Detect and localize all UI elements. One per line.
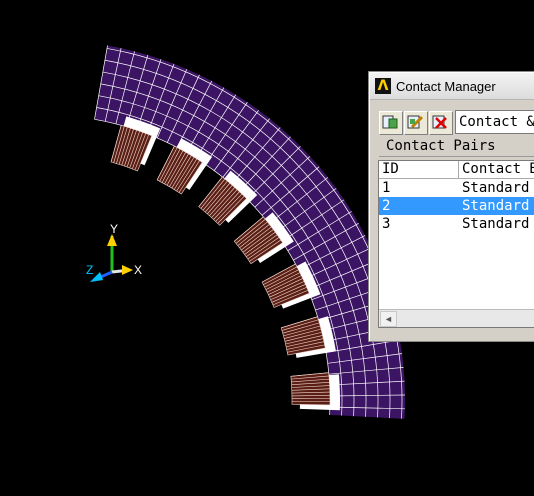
row-id: 2 xyxy=(382,198,391,214)
contact-pairs-list[interactable]: ID Contact B 1 Standard 2 Standard 3 Sta… xyxy=(378,160,534,328)
delete-contact-button[interactable] xyxy=(429,111,453,135)
row-contact-behavior: Standard xyxy=(462,180,530,196)
triad-x-arrow xyxy=(122,265,133,275)
delete-contact-icon xyxy=(432,115,447,129)
triad-z-label: Z xyxy=(86,263,93,277)
column-header-contact-behavior[interactable]: Contact B xyxy=(459,161,534,178)
section-divider xyxy=(379,156,534,157)
table-row[interactable]: 2 Standard xyxy=(379,197,534,215)
contact-filter-combo[interactable]: Contact & xyxy=(455,110,534,134)
triad-y-label: Y xyxy=(110,222,118,236)
contact-wizard-icon xyxy=(382,115,398,129)
row-contact-behavior: Standard xyxy=(462,216,530,232)
column-header-id[interactable]: ID xyxy=(379,161,459,178)
list-header: ID Contact B xyxy=(379,161,534,179)
edit-contact-icon xyxy=(407,115,423,129)
horizontal-scrollbar[interactable]: ◄ xyxy=(379,309,534,327)
contact-manager-window: Λ Contact Manager Contact & Contact Pair… xyxy=(368,71,534,342)
triad-x-label: X xyxy=(134,263,142,277)
row-contact-behavior: Standard xyxy=(462,198,530,214)
window-title: Contact Manager xyxy=(396,79,496,94)
contact-pairs-label: Contact Pairs xyxy=(386,138,496,154)
coordinate-triad: Y X Z xyxy=(86,222,142,282)
row-id: 3 xyxy=(382,216,391,232)
edit-contact-button[interactable] xyxy=(404,111,428,135)
table-row[interactable]: 1 Standard xyxy=(379,179,534,197)
row-id: 1 xyxy=(382,180,391,196)
contact-wizard-button[interactable] xyxy=(379,111,403,135)
contact-manager-titlebar[interactable]: Λ Contact Manager xyxy=(370,73,534,100)
table-row[interactable]: 3 Standard xyxy=(379,215,534,233)
ansys-logo-icon: Λ xyxy=(375,78,391,94)
scroll-left-button[interactable]: ◄ xyxy=(380,311,397,327)
